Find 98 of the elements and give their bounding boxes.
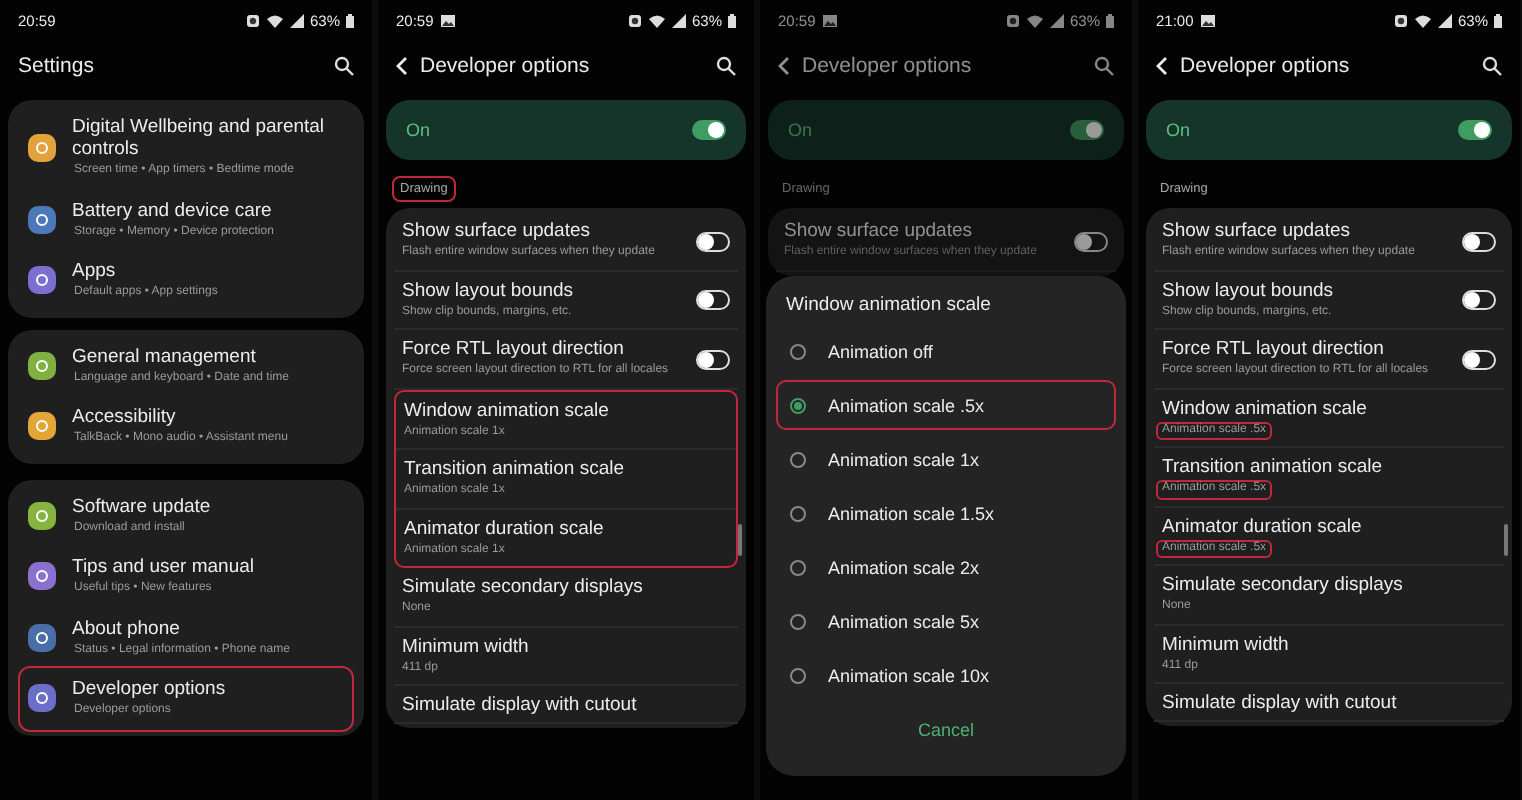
item-title: Accessibility	[72, 406, 178, 428]
item-title: Developer options	[72, 678, 228, 700]
cancel-button[interactable]: Cancel	[901, 714, 990, 746]
radio-option[interactable]: Animation scale 2x	[778, 544, 1114, 590]
search-button[interactable]	[334, 56, 354, 76]
switch-label: On	[788, 120, 815, 140]
toggle-switch[interactable]	[1462, 349, 1496, 370]
row-title: Minimum width	[402, 635, 531, 657]
master-toggle[interactable]	[692, 120, 726, 140]
alarm-icon	[245, 13, 260, 27]
search-icon	[1482, 56, 1502, 76]
row-title: Show surface updates	[1162, 220, 1353, 242]
scrollbar	[738, 524, 742, 556]
battery-icon	[728, 13, 736, 27]
radio-button[interactable]	[790, 343, 806, 359]
item-title: General management	[72, 345, 258, 367]
switch-label: On	[1166, 120, 1193, 140]
switch-label: On	[406, 120, 433, 140]
row-title: Show layout bounds	[402, 279, 576, 301]
row-title: Window animation scale	[1162, 397, 1369, 419]
option-label: Animation scale 10x	[828, 665, 990, 685]
option-label: Animation scale 5x	[828, 611, 980, 631]
signal-icon	[671, 13, 686, 27]
row-title: Simulate display with cutout	[402, 694, 639, 716]
option-label: Animation scale 2x	[828, 557, 980, 577]
toggle-switch[interactable]	[1074, 231, 1108, 252]
radio-option[interactable]: Animation scale 1x	[778, 436, 1114, 482]
radio-button[interactable]	[790, 559, 806, 575]
option-label: Animation scale 1x	[828, 449, 980, 469]
search-button[interactable]	[716, 56, 736, 76]
radio-button[interactable]	[790, 397, 806, 413]
toggle-switch[interactable]	[696, 290, 730, 311]
search-icon	[1094, 56, 1114, 76]
alarm-icon	[1005, 13, 1020, 27]
toggle-switch[interactable]	[696, 349, 730, 370]
option-label: Animation scale 1.5x	[828, 503, 995, 523]
screen-title: Settings	[18, 54, 96, 78]
radio-option[interactable]: Animation scale 10x	[778, 652, 1114, 698]
radio-option[interactable]: Animation scale 1.5x	[778, 490, 1114, 536]
row-title: Simulate display with cutout	[1162, 692, 1399, 714]
radio-option[interactable]: Animation scale 5x	[778, 598, 1114, 644]
setting-row[interactable]: Simulate display with cutout	[1154, 684, 1504, 722]
radio-button[interactable]	[790, 505, 806, 521]
option-label: Animation off	[828, 341, 933, 361]
row-title: Animator duration scale	[1162, 515, 1364, 537]
signal-icon	[289, 13, 304, 27]
screen-title: Developer options	[802, 54, 974, 78]
toggle-switch[interactable]	[1462, 231, 1496, 252]
setting-row[interactable]: Simulate display with cutout	[394, 686, 738, 724]
master-toggle[interactable]	[1458, 120, 1492, 140]
row-title: Simulate secondary displays	[402, 576, 645, 598]
row-title: Simulate secondary displays	[1162, 574, 1405, 596]
battery-icon	[1106, 13, 1114, 27]
wifi-icon	[1025, 13, 1044, 27]
item-title: About phone	[72, 617, 182, 639]
row-title: Animator duration scale	[404, 517, 606, 539]
item-title: Digital Wellbeing and parental controls	[72, 116, 327, 160]
scrollbar	[1504, 524, 1508, 556]
search-button[interactable]	[1482, 56, 1502, 76]
back-button[interactable]	[1156, 56, 1168, 76]
radio-button[interactable]	[790, 451, 806, 467]
wifi-icon	[1413, 13, 1432, 27]
item-title: Software update	[72, 495, 213, 517]
row-title: Force RTL layout direction	[1162, 338, 1386, 360]
battery-icon	[1494, 13, 1502, 27]
screen-title: Developer options	[420, 54, 592, 78]
search-icon	[716, 56, 736, 76]
row-title: Show layout bounds	[1162, 279, 1336, 301]
row-title: Show surface updates	[402, 220, 593, 242]
item-title: Tips and user manual	[72, 556, 257, 578]
row-title: Show surface updates	[784, 220, 975, 242]
radio-option[interactable]: Animation off	[778, 328, 1114, 374]
signal-icon	[1437, 13, 1452, 27]
master-toggle[interactable]	[1070, 120, 1104, 140]
wifi-icon	[647, 13, 666, 27]
row-title: Transition animation scale	[1162, 456, 1385, 478]
dialog-title: Window animation scale	[786, 294, 993, 316]
toggle-switch[interactable]	[696, 231, 730, 252]
radio-button[interactable]	[790, 667, 806, 683]
row-title: Minimum width	[1162, 633, 1291, 655]
wifi-icon	[265, 13, 284, 27]
alarm-icon	[627, 13, 642, 27]
item-title: Apps	[72, 260, 118, 282]
option-label: Animation scale .5x	[828, 395, 985, 415]
radio-button[interactable]	[790, 613, 806, 629]
search-icon	[334, 56, 354, 76]
row-title: Window animation scale	[404, 399, 611, 421]
back-button[interactable]	[396, 56, 408, 76]
alarm-icon	[1393, 13, 1408, 27]
row-title: Transition animation scale	[404, 458, 627, 480]
toggle-switch[interactable]	[1462, 290, 1496, 311]
item-title: Battery and device care	[72, 199, 274, 221]
row-title: Force RTL layout direction	[402, 338, 626, 360]
signal-icon	[1049, 13, 1064, 27]
radio-option[interactable]: Animation scale .5x	[778, 382, 1114, 428]
back-button[interactable]	[778, 56, 790, 76]
battery-icon	[346, 13, 354, 27]
screen-title: Developer options	[1180, 54, 1352, 78]
